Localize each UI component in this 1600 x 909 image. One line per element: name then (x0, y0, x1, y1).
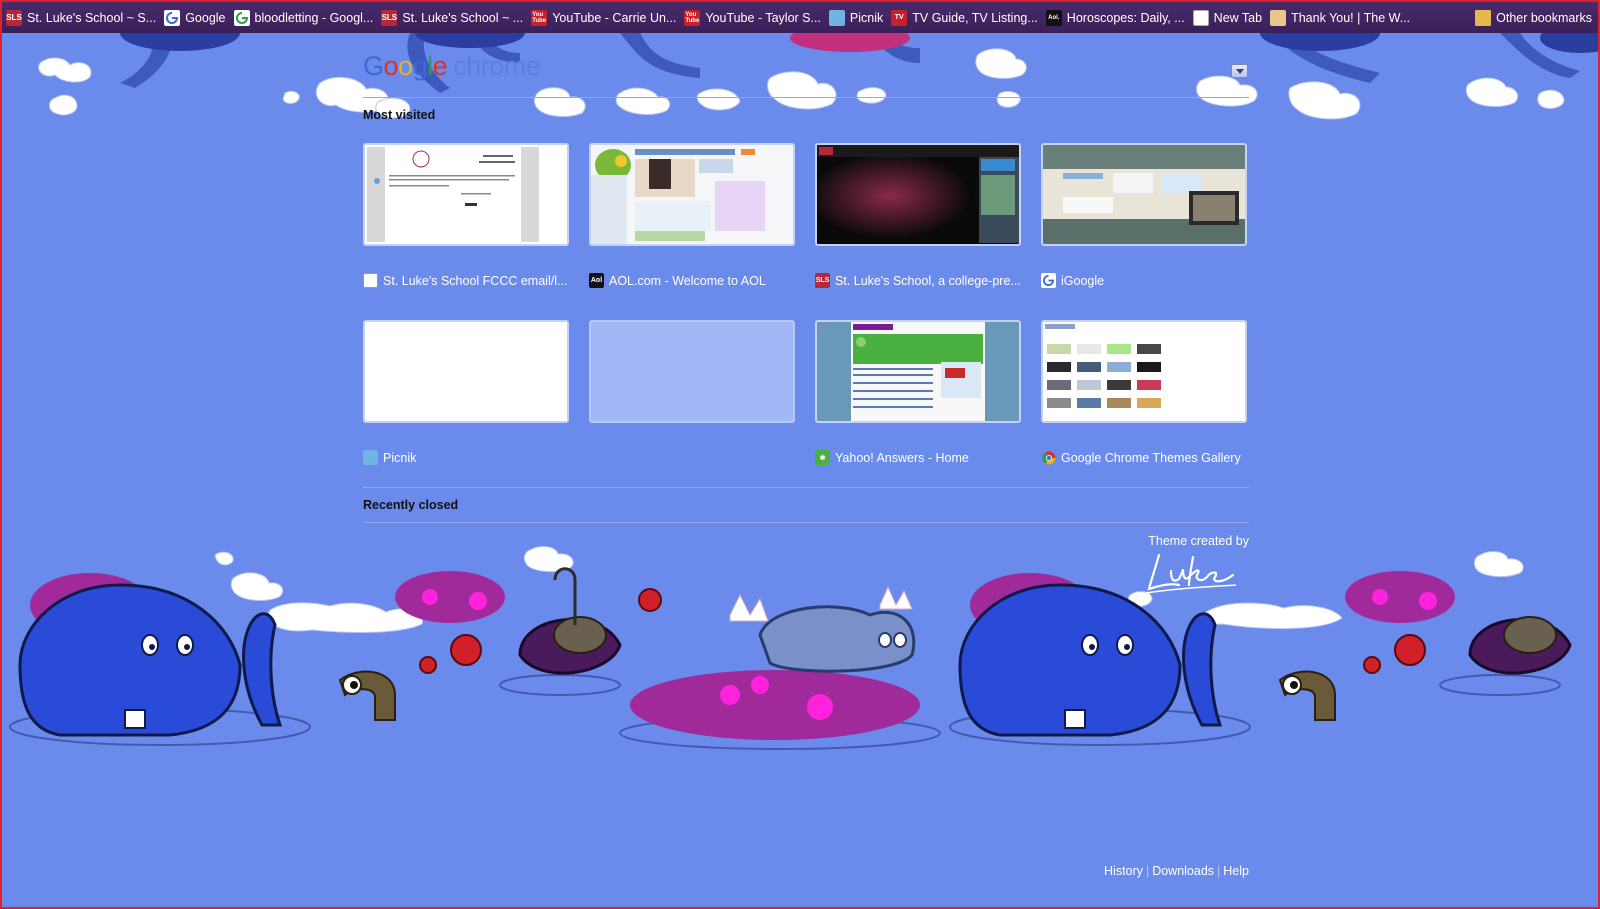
thumbnail-label[interactable]: ✱ Yahoo! Answers - Home (815, 449, 1021, 466)
sls-icon: SLS (381, 9, 398, 26)
link-separator: | (1217, 864, 1221, 878)
thumbnail-label[interactable]: SLS St. Luke's School, a college-pre... (815, 272, 1021, 289)
bookmark-label: Picnik (849, 10, 884, 25)
bookmark-new-tab[interactable]: New Tab (1192, 6, 1263, 30)
thumbnail-title: Picnik (383, 450, 417, 465)
youtube-icon: You Tube (684, 9, 701, 26)
thumbnail-st-lukes-college[interactable] (815, 143, 1021, 246)
page-preview (1043, 145, 1245, 244)
logo-letter: o (398, 51, 413, 81)
page-preview (591, 145, 793, 244)
bookmark-youtube-taylor[interactable]: You Tube YouTube - Taylor S... (684, 6, 821, 30)
bookmark-tv-guide[interactable]: TV TV Guide, TV Listing... (891, 6, 1038, 30)
thumbnail-label[interactable]: Picnik (363, 449, 569, 466)
aol-icon: Aol. (1045, 9, 1062, 26)
page-preview (817, 322, 1019, 421)
google-icon (233, 9, 250, 26)
sls-icon: SLS (6, 9, 22, 26)
bookmark-sls-2[interactable]: SLS St. Luke's School ~ ... (381, 6, 523, 30)
logo-letter: o (383, 51, 399, 81)
chevron-down-icon (1235, 68, 1244, 74)
downloads-link[interactable]: Downloads (1152, 864, 1214, 878)
theme-attribution: Theme created by (1148, 534, 1249, 548)
bookmark-bloodletting[interactable]: bloodletting - Googl... (233, 6, 374, 30)
theme-bottom-artwork (9, 546, 1572, 750)
theme-top-artwork (38, 33, 1600, 120)
thumbnail-empty-slot (589, 320, 795, 423)
picnik-icon (828, 9, 845, 26)
bookmark-picnik[interactable]: Picnik (828, 6, 884, 30)
thumbnail-igoogle[interactable] (1041, 143, 1247, 246)
google-icon (1041, 273, 1056, 288)
yahoo-answers-icon: ✱ (815, 450, 830, 465)
tv-guide-icon: TV (891, 9, 908, 26)
divider (363, 487, 1249, 488)
history-link[interactable]: History (1104, 864, 1143, 878)
bookmark-thank-you[interactable]: Thank You! | The W... (1270, 6, 1410, 30)
folder-icon (1475, 10, 1492, 26)
thumbnail-title: iGoogle (1061, 273, 1105, 288)
bookmark-horoscopes[interactable]: Aol. Horoscopes: Daily, ... (1045, 6, 1185, 30)
bookmark-label: St. Luke's School ~ S... (27, 10, 157, 25)
thumbnail-aol[interactable] (589, 143, 795, 246)
bookmark-label: YouTube - Taylor S... (705, 10, 821, 25)
other-bookmarks-label: Other bookmarks (1496, 11, 1592, 25)
sls-icon: SLS (815, 273, 830, 288)
link-separator: | (1145, 864, 1150, 878)
bookmark-label: bloodletting - Googl... (254, 10, 374, 25)
footer-links: History | Downloads | Help (0, 862, 1249, 880)
bookmarks-bar: SLS St. Luke's School ~ S... Google blood… (0, 0, 1600, 33)
thumbnail-chrome-themes[interactable] (1041, 320, 1247, 423)
google-chrome-logo: Google chrome (363, 51, 541, 82)
bookmark-google[interactable]: Google (164, 6, 226, 30)
thumbnail-title: St. Luke's School, a college-pre... (835, 273, 1021, 288)
google-icon (164, 9, 181, 26)
bookmark-label: Google (185, 10, 226, 25)
youtube-icon: You Tube (531, 9, 548, 26)
window-frame (0, 0, 1600, 909)
help-link[interactable]: Help (1223, 864, 1249, 878)
page-preview (817, 145, 1019, 244)
thumbnail-label[interactable]: St. Luke's School FCCC email/l... (363, 272, 569, 289)
bookmark-label: Horoscopes: Daily, ... (1066, 10, 1185, 25)
thumbnail-title: Yahoo! Answers - Home (835, 450, 969, 465)
logo-letter: g (412, 51, 428, 81)
thumbnail-label[interactable]: Aol AOL.com - Welcome to AOL (589, 272, 795, 289)
other-bookmarks-button[interactable]: Other bookmarks (1475, 6, 1592, 30)
thank-you-icon (1270, 9, 1287, 26)
recently-closed-heading: Recently closed (363, 498, 459, 512)
chrome-icon (1041, 450, 1056, 465)
bookmark-label: New Tab (1213, 10, 1263, 25)
thumbnail-picnik[interactable] (363, 320, 569, 423)
bookmark-sls-1[interactable]: SLS St. Luke's School ~ S... (6, 6, 156, 30)
thumbnail-title: St. Luke's School FCCC email/l... (383, 273, 568, 288)
artist-signature (1145, 553, 1237, 594)
bookmark-label: YouTube - Carrie Un... (552, 10, 677, 25)
bookmark-label: St. Luke's School ~ ... (402, 10, 524, 25)
page-options-button[interactable] (1231, 64, 1248, 78)
thumbnail-st-lukes-email[interactable] (363, 143, 569, 246)
logo-letter: G (363, 51, 384, 81)
page-icon (1192, 9, 1209, 26)
picnik-icon (363, 450, 378, 465)
page-preview (1043, 322, 1245, 421)
thumbnail-title: AOL.com - Welcome to AOL (609, 273, 766, 288)
bookmark-youtube-carrie[interactable]: You Tube YouTube - Carrie Un... (531, 6, 676, 30)
page-icon (363, 273, 378, 288)
logo-chrome-word: chrome (453, 51, 541, 81)
bookmark-label: TV Guide, TV Listing... (912, 10, 1038, 25)
thumbnail-label[interactable]: iGoogle (1041, 272, 1247, 289)
aol-icon: Aol (589, 273, 604, 288)
bookmark-label: Thank You! | The W... (1291, 10, 1411, 25)
most-visited-heading: Most visited (363, 108, 436, 122)
divider (363, 97, 1249, 98)
divider (363, 522, 1249, 523)
thumbnail-title: Google Chrome Themes Gallery (1061, 450, 1241, 465)
thumbnail-label[interactable]: Google Chrome Themes Gallery (1041, 449, 1247, 466)
page-preview (365, 145, 567, 244)
thumbnail-yahoo-answers[interactable] (815, 320, 1021, 423)
logo-letter: e (432, 51, 448, 81)
